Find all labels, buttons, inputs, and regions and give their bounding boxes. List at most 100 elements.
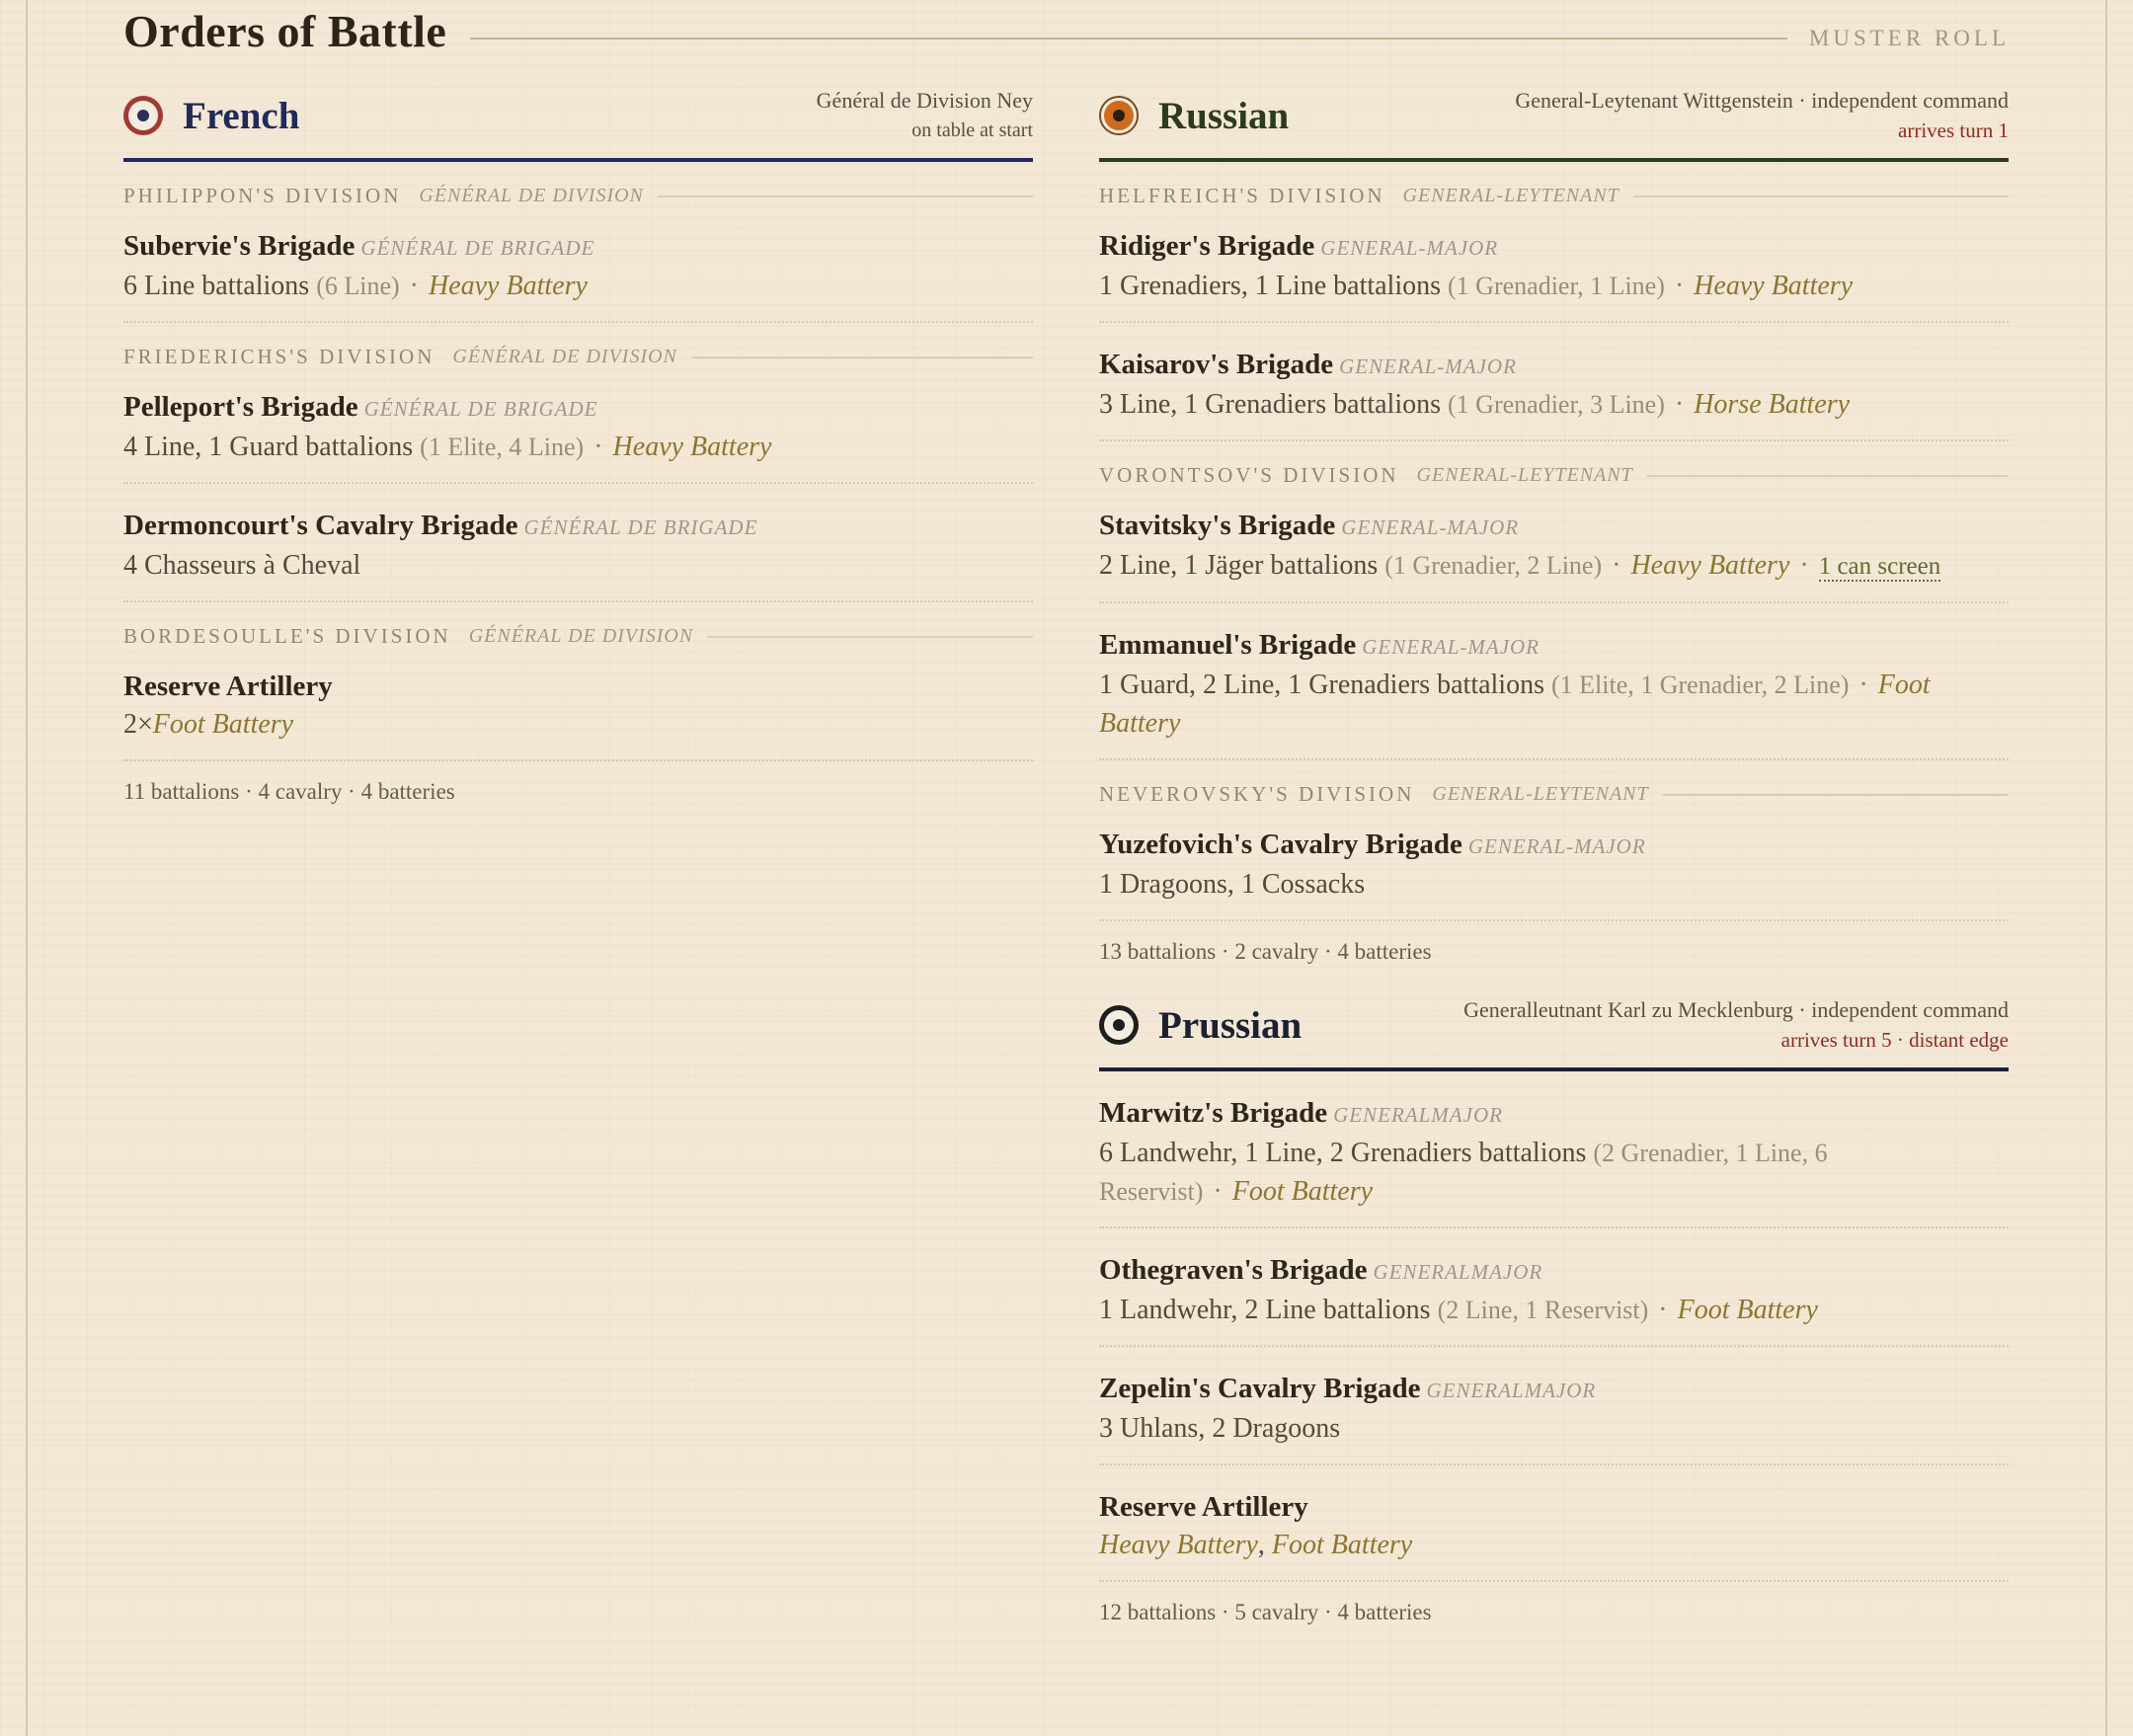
unit-troops: 4 Line, 1 Guard battalions — [123, 432, 414, 462]
faction-status: on table at start — [911, 119, 1033, 141]
russian-roundel-icon — [1099, 96, 1139, 135]
faction-commander: Général de Division Ney — [816, 88, 1033, 113]
unit-name: Ridiger's Brigade — [1099, 230, 1315, 262]
unit-troops: 2 Line, 1 Jäger battalions — [1099, 550, 1379, 581]
faction-commander: Generalleutnant Karl zu Mecklenburg · in… — [1463, 997, 2009, 1022]
unit-name: Othegraven's Brigade — [1099, 1254, 1368, 1286]
page-title: Orders of Battle — [123, 5, 447, 56]
unit-detail: (2 Line, 1 Reservist) — [1437, 1296, 1649, 1324]
unit-rank: GENERAL-MAJOR — [1320, 236, 1499, 260]
faction-french: French Général de Division Ney on table … — [123, 85, 1033, 805]
faction-header: Prussian Generalleutnant Karl zu Mecklen… — [1099, 994, 2009, 1071]
unit-battery: Foot Battery — [1231, 1176, 1374, 1207]
division-rank: GÉNÉRAL DE DIVISION — [452, 346, 677, 367]
faction-header: Russian General-Leytenant Wittgenstein ·… — [1099, 85, 2009, 162]
unit-rank: GENERALMAJOR — [1373, 1260, 1543, 1284]
division-name: FRIEDERICHS'S DIVISION — [123, 345, 435, 368]
unit-name: Stavitsky's Brigade — [1099, 510, 1336, 541]
division-rank: GÉNÉRAL DE DIVISION — [419, 185, 644, 206]
faction-totals: 13 battalions · 2 cavalry · 4 batteries — [1099, 939, 1432, 964]
unit-detail: (1 Grenadier, 2 Line) — [1384, 551, 1603, 580]
unit-name: Yuzefovich's Cavalry Brigade — [1099, 829, 1462, 860]
unit-entry: Dermoncourt's Cavalry Brigade GÉNÉRAL DE … — [123, 506, 1033, 602]
unit-troops: 3 Uhlans, 2 Dragoons — [1099, 1413, 1341, 1444]
unit-detail: (1 Elite, 4 Line) — [420, 433, 585, 461]
unit-entry: Yuzefovich's Cavalry Brigade GENERAL-MAJO… — [1099, 825, 2009, 921]
unit-entry: Subervie's Brigade GÉNÉRAL DE BRIGADE 6 L… — [123, 226, 1033, 323]
division-header: FRIEDERICHS'S DIVISION GÉNÉRAL DE DIVISI… — [123, 345, 1033, 369]
faction-commander: General-Leytenant Wittgenstein · indepen… — [1515, 88, 2009, 113]
unit-rank: GENERAL-MAJOR — [1467, 834, 1646, 858]
unit-battery: Heavy Battery — [612, 432, 772, 462]
unit-entry: Zepelin's Cavalry Brigade GENERALMAJOR 3 … — [1099, 1369, 2009, 1465]
unit-name: Reserve Artillery — [1099, 1491, 1308, 1523]
unit-rank: GENERAL-MAJOR — [1341, 515, 1520, 539]
unit-name: Reserve Artillery — [123, 671, 333, 702]
division-header: HELFREICH'S DIVISION GENERAL-LEYTENANT — [1099, 184, 2009, 208]
faction-header: French Général de Division Ney on table … — [123, 85, 1033, 162]
division-rank: GENERAL-LEYTENANT — [1402, 185, 1620, 206]
unit-entry: Ridiger's Brigade GENERAL-MAJOR 1 Grenadi… — [1099, 226, 2009, 323]
unit-name: Kaisarov's Brigade — [1099, 349, 1334, 380]
faction-name: Russian — [1158, 94, 1290, 137]
unit-entry: Kaisarov's Brigade GENERAL-MAJOR 3 Line, … — [1099, 345, 2009, 441]
unit-count: 2× — [123, 709, 153, 740]
unit-troops: 6 Landwehr, 1 Line, 2 Grenadiers battali… — [1099, 1138, 1587, 1168]
unit-battery: Heavy Battery — [1630, 550, 1790, 581]
prussian-roundel-icon — [1099, 1005, 1139, 1045]
unit-rank: GÉNÉRAL DE BRIGADE — [523, 515, 758, 539]
division-header: PHILIPPON'S DIVISION GÉNÉRAL DE DIVISION — [123, 184, 1033, 208]
french-roundel-icon — [123, 96, 163, 135]
unit-troops: 1 Grenadiers, 1 Line battalions — [1099, 271, 1442, 301]
unit-troops: 1 Landwehr, 2 Line battalions — [1099, 1295, 1431, 1325]
unit-entry: Pelleport's Brigade GÉNÉRAL DE BRIGADE 4 … — [123, 387, 1033, 484]
unit-troops: 3 Line, 1 Grenadiers battalions — [1099, 389, 1442, 420]
unit-name: Emmanuel's Brigade — [1099, 629, 1357, 661]
unit-detail: (1 Grenadier, 1 Line) — [1448, 272, 1665, 300]
page-frame-right — [2105, 0, 2107, 1736]
faction-status: arrives turn 5 · distant edge — [1780, 1028, 2009, 1052]
page-frame-left — [26, 0, 28, 1736]
screen-note-link[interactable]: 1 can screen — [1818, 553, 1941, 582]
page-subtitle: MUSTER ROLL — [1808, 26, 2010, 50]
division-name: BORDESOULLE'S DIVISION — [123, 624, 451, 648]
unit-rank: GENERALMAJOR — [1426, 1379, 1597, 1402]
unit-rank: GÉNÉRAL DE BRIGADE — [360, 236, 595, 260]
unit-battery: Foot Battery — [1677, 1295, 1818, 1325]
faction-prussian: Prussian Generalleutnant Karl zu Mecklen… — [1099, 994, 2009, 1625]
unit-battery: Heavy Battery — [1694, 271, 1854, 301]
unit-name: Pelleport's Brigade — [123, 391, 358, 423]
division-rank: GENERAL-LEYTENANT — [1416, 464, 1633, 486]
unit-detail: (1 Elite, 1 Grenadier, 2 Line) — [1550, 671, 1850, 699]
unit-troops: 1 Guard, 2 Line, 1 Grenadiers battalions — [1099, 670, 1544, 700]
unit-rank: GENERALMAJOR — [1333, 1103, 1503, 1127]
page-header: Orders of Battle MUSTER ROLL — [123, 0, 2010, 61]
unit-detail: (6 Line) — [316, 272, 400, 300]
unit-name: Dermoncourt's Cavalry Brigade — [123, 510, 518, 541]
faction-totals: 11 battalions · 4 cavalry · 4 batteries — [123, 779, 455, 804]
faction-name: French — [183, 94, 300, 137]
division-name: HELFREICH'S DIVISION — [1099, 184, 1385, 207]
division-name: NEVEROVSKY'S DIVISION — [1099, 782, 1415, 806]
header-rule — [470, 38, 1787, 39]
unit-name: Zepelin's Cavalry Brigade — [1099, 1373, 1421, 1404]
unit-troops: 1 Dragoons, 1 Cossacks — [1099, 869, 1366, 900]
unit-entry: Reserve Artillery 2×Foot Battery — [123, 667, 1033, 761]
unit-battery: Foot Battery — [152, 709, 294, 740]
unit-rank: GENERAL-MAJOR — [1362, 635, 1540, 659]
unit-battery: Heavy Battery — [428, 271, 588, 301]
unit-rank: GENERAL-MAJOR — [1339, 355, 1517, 378]
unit-rank: GÉNÉRAL DE BRIGADE — [363, 397, 598, 421]
unit-entry: Marwitz's Brigade GENERALMAJOR 6 Landwehr… — [1099, 1093, 2009, 1228]
division-name: VORONTSOV'S DIVISION — [1099, 463, 1399, 487]
division-rank: GÉNÉRAL DE DIVISION — [468, 625, 694, 647]
division-header: NEVEROVSKY'S DIVISION GENERAL-LEYTENANT — [1099, 782, 2009, 807]
unit-entry: Stavitsky's Brigade GENERAL-MAJOR 2 Line,… — [1099, 506, 2009, 603]
division-header: BORDESOULLE'S DIVISION GÉNÉRAL DE DIVISI… — [123, 624, 1033, 649]
unit-battery: Horse Battery — [1694, 389, 1851, 420]
unit-name: Subervie's Brigade — [123, 230, 356, 262]
column-left: French Général de Division Ney on table … — [123, 85, 1033, 834]
division-name: PHILIPPON'S DIVISION — [123, 184, 402, 207]
unit-troops: 4 Chasseurs à Cheval — [123, 550, 361, 581]
faction-name: Prussian — [1158, 1003, 1303, 1047]
